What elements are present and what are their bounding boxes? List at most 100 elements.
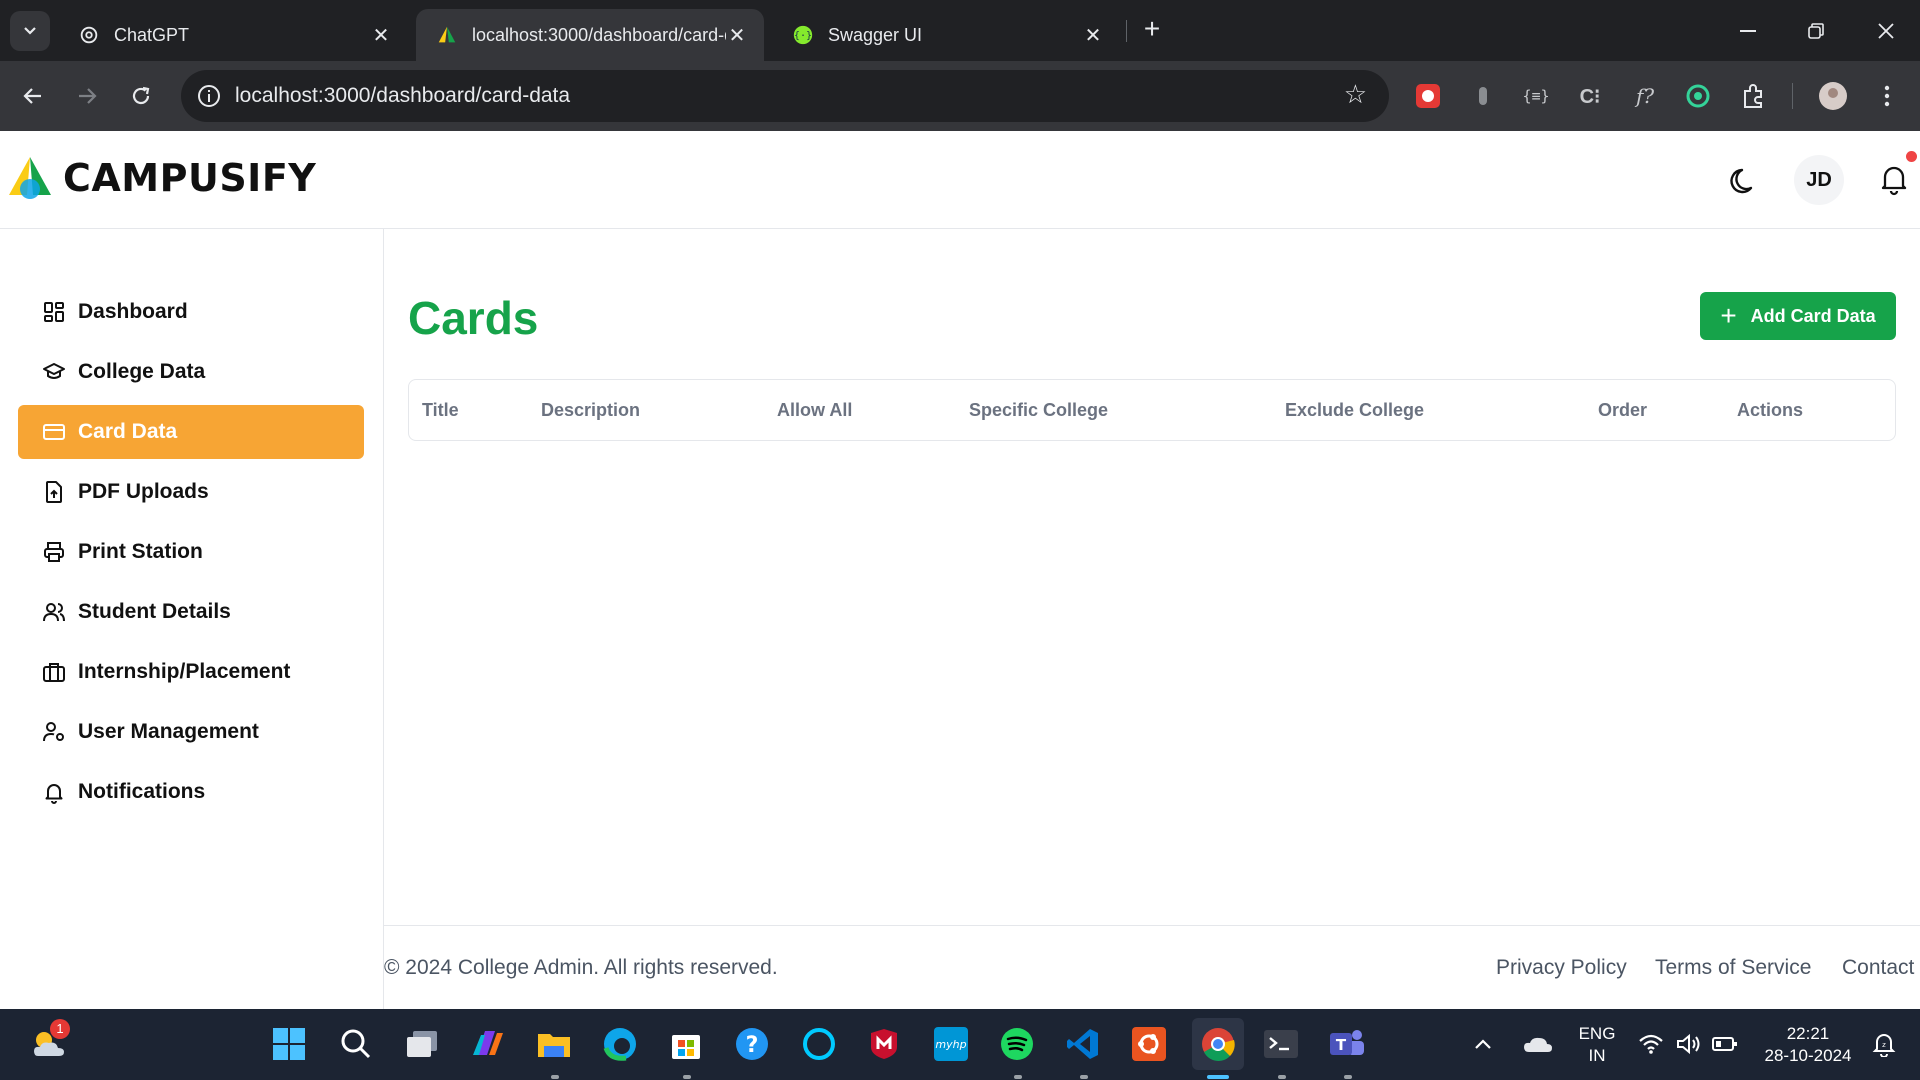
sidebar-item-print-station[interactable]: Print Station: [18, 525, 364, 579]
clock-time: 22:21: [1786, 1024, 1830, 1043]
sidebar-item-dashboard[interactable]: Dashboard: [18, 285, 364, 339]
sidebar-item-label: Card Data: [78, 420, 178, 443]
copyright-text: © 2024 College Admin. All rights reserve…: [384, 956, 778, 979]
search-icon[interactable]: [333, 1021, 379, 1067]
tab-card-data[interactable]: localhost:3000/dashboard/card-data ✕: [416, 9, 764, 61]
kebab-menu-icon[interactable]: [1870, 79, 1904, 113]
running-indicator: [1278, 1075, 1286, 1079]
column-header-order: Order: [1598, 400, 1648, 420]
volume-icon[interactable]: [1674, 1021, 1704, 1067]
microsoft-store-icon[interactable]: [663, 1021, 709, 1067]
back-button[interactable]: [14, 77, 52, 115]
sidebar-item-pdf-uploads[interactable]: PDF Uploads: [18, 465, 364, 519]
sidebar-item-label: PDF Uploads: [78, 480, 209, 503]
close-icon[interactable]: ✕: [726, 23, 748, 48]
new-tab-button[interactable]: +: [1136, 14, 1168, 46]
forward-button[interactable]: [68, 77, 106, 115]
address-bar[interactable]: localhost:3000/dashboard/card-data ☆: [181, 70, 1389, 122]
edge-browser-icon[interactable]: [597, 1021, 643, 1067]
dark-mode-moon-icon[interactable]: [1725, 161, 1763, 199]
page-title: Cards: [408, 292, 539, 344]
extension-dropper-icon[interactable]: [1466, 79, 1500, 113]
show-hidden-icons-chevron-icon[interactable]: [1468, 1021, 1498, 1067]
language-text: ENG: [1578, 1024, 1616, 1043]
profile-avatar-icon[interactable]: [1816, 79, 1850, 113]
dashboard-icon: [44, 302, 64, 322]
privacy-policy-link[interactable]: Privacy Policy: [1496, 956, 1627, 980]
tab-swagger[interactable]: {·} Swagger UI ✕: [772, 9, 1120, 61]
vscode-icon[interactable]: [1060, 1021, 1106, 1067]
bell-icon: [45, 784, 63, 804]
sidebar: Dashboard College Data Card Data PDF Upl…: [0, 229, 384, 1009]
terms-of-service-link[interactable]: Terms of Service: [1655, 956, 1811, 980]
sidebar-item-card-data[interactable]: Card Data: [18, 405, 364, 459]
close-icon[interactable]: ✕: [370, 23, 392, 48]
campusify-logo-icon: [9, 157, 51, 199]
mcafee-icon[interactable]: [861, 1021, 907, 1067]
start-windows-icon[interactable]: [266, 1021, 312, 1067]
extension-code-icon[interactable]: {≡}: [1519, 79, 1553, 113]
extensions-puzzle-icon[interactable]: [1736, 79, 1770, 113]
windows-taskbar: 1 ? myhp T ENG IN 22:21 28-10-2024 z: [0, 1009, 1920, 1080]
running-indicator: [1344, 1075, 1352, 1079]
sidebar-item-label: Notifications: [78, 780, 206, 803]
clock[interactable]: 22:21 28-10-2024: [1756, 1023, 1860, 1067]
notification-center-icon[interactable]: z: [1866, 1021, 1902, 1067]
wifi-icon[interactable]: [1636, 1021, 1666, 1067]
users-icon: [43, 603, 65, 622]
file-explorer-icon[interactable]: [531, 1021, 577, 1067]
terminal-icon[interactable]: [1258, 1021, 1304, 1067]
contact-link[interactable]: Contact: [1842, 956, 1914, 980]
extension-red-icon[interactable]: [1411, 79, 1445, 113]
sidebar-item-internship-placement[interactable]: Internship/Placement: [18, 645, 364, 699]
spotify-icon[interactable]: [994, 1021, 1040, 1067]
tab-label: Swagger UI: [828, 24, 923, 45]
alexa-icon[interactable]: [796, 1021, 842, 1067]
add-card-data-button[interactable]: + Add Card Data: [1700, 292, 1896, 340]
site-info-icon[interactable]: [195, 82, 223, 110]
extension-green-ring-icon[interactable]: [1681, 79, 1715, 113]
task-view-icon[interactable]: [399, 1021, 445, 1067]
tab-chatgpt[interactable]: ChatGPT ✕: [58, 9, 408, 61]
restore-icon: [1808, 22, 1824, 39]
help-icon[interactable]: ?: [729, 1021, 775, 1067]
minimize-button[interactable]: [1714, 0, 1782, 61]
battery-icon[interactable]: [1710, 1021, 1740, 1067]
sidebar-item-user-management[interactable]: User Management: [18, 705, 364, 759]
active-app-indicator: [1207, 1075, 1229, 1079]
campusify-icon: [438, 26, 456, 43]
bookmark-star-icon[interactable]: ☆: [1344, 79, 1367, 110]
notification-bell-icon[interactable]: [1876, 161, 1912, 197]
sidebar-item-student-details[interactable]: Student Details: [18, 585, 364, 639]
plus-icon: +: [1720, 300, 1737, 331]
restore-button[interactable]: [1782, 0, 1850, 61]
sidebar-item-college-data[interactable]: College Data: [18, 345, 364, 399]
user-cog-icon: [43, 722, 64, 742]
extension-font-icon[interactable]: f?: [1628, 79, 1662, 113]
url-text[interactable]: localhost:3000/dashboard/card-data: [235, 84, 570, 108]
chevron-down-icon: [24, 27, 36, 35]
user-avatar[interactable]: JD: [1794, 155, 1844, 205]
extension-c-icon[interactable]: C⁝: [1573, 79, 1607, 113]
region-text: IN: [1588, 1046, 1606, 1065]
myhp-icon[interactable]: myhp: [928, 1021, 974, 1067]
running-indicator: [1014, 1075, 1022, 1079]
copilot-icon[interactable]: [465, 1021, 511, 1067]
window-close-button[interactable]: [1852, 0, 1920, 61]
column-header-description: Description: [541, 400, 641, 420]
ubuntu-icon[interactable]: [1126, 1021, 1172, 1067]
tab-search-button[interactable]: [10, 11, 50, 51]
reload-button[interactable]: [122, 77, 160, 115]
running-indicator: [551, 1075, 559, 1079]
chrome-icon[interactable]: [1192, 1018, 1244, 1070]
onedrive-cloud-icon[interactable]: [1518, 1021, 1558, 1067]
graduation-cap-icon: [43, 363, 65, 379]
close-icon[interactable]: ✕: [1082, 23, 1104, 48]
teams-icon[interactable]: T: [1324, 1021, 1370, 1067]
browser-toolbar: localhost:3000/dashboard/card-data ☆ {≡}…: [0, 61, 1920, 131]
language-indicator[interactable]: ENG IN: [1572, 1023, 1622, 1067]
brand-logo[interactable]: CAMPUSIFY: [5, 155, 316, 201]
svg-text:z: z: [1882, 1041, 1886, 1049]
sidebar-item-notifications[interactable]: Notifications: [18, 765, 364, 819]
column-header-allow-all: Allow All: [777, 400, 853, 420]
